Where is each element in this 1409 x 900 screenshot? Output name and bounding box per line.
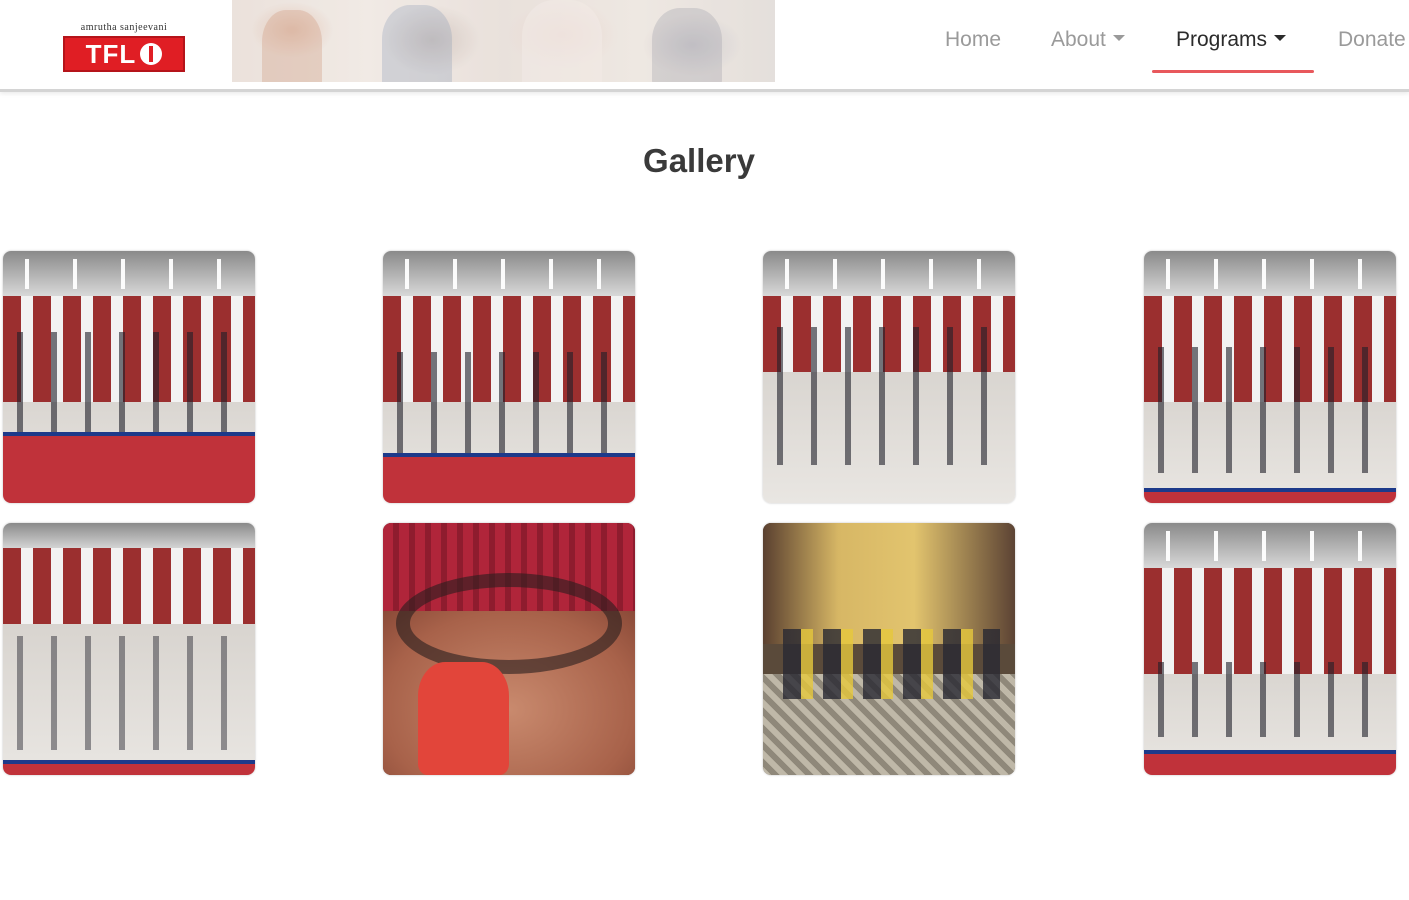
gallery-photo-4[interactable] xyxy=(1144,251,1396,503)
gallery-photo-1[interactable] xyxy=(3,251,255,503)
gallery-photo-8[interactable] xyxy=(1144,523,1396,775)
gallery-photo-6[interactable] xyxy=(383,523,635,775)
gallery-photo-5[interactable] xyxy=(3,523,255,775)
page-bottom-space xyxy=(0,800,1409,900)
gallery-photo-3[interactable] xyxy=(763,251,1015,503)
gallery-photo-7[interactable] xyxy=(763,523,1015,775)
gallery-photo-2[interactable] xyxy=(383,251,635,503)
gallery-grid xyxy=(0,0,1409,900)
